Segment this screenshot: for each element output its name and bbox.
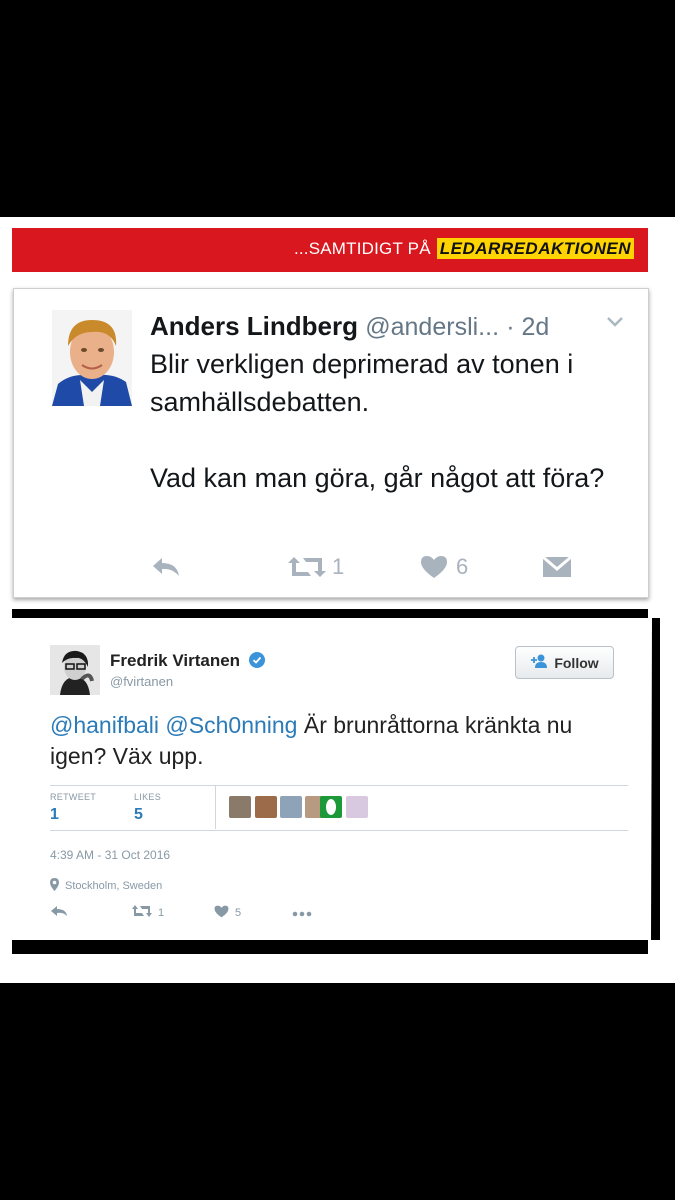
follow-person-icon: [530, 654, 548, 671]
like-count: 5: [235, 907, 242, 919]
like-button[interactable]: 5: [214, 905, 241, 921]
more-icon: [292, 908, 312, 920]
verified-icon: [248, 652, 265, 673]
card-shadow-edge: [648, 618, 660, 940]
liker-avatar[interactable]: [320, 796, 342, 818]
stats-bottom-divider: [50, 830, 628, 831]
tweet-card-fredrik[interactable]: Fredrik Virtanen @fvirtanen Follow @hani…: [12, 618, 660, 940]
author-handle[interactable]: @andersli...: [365, 313, 499, 341]
author-handle[interactable]: @fvirtanen: [110, 674, 173, 689]
retweet-button[interactable]: 1: [288, 552, 344, 582]
chevron-down-icon[interactable]: [606, 315, 624, 329]
reply-icon: [50, 905, 68, 920]
liker-avatar[interactable]: [255, 796, 277, 818]
liker-avatar[interactable]: [280, 796, 302, 818]
tweet-time[interactable]: · 2d: [506, 313, 549, 341]
mention-link[interactable]: @Sch0nning: [165, 712, 297, 738]
location-pin-icon: [50, 878, 59, 894]
liker-avatar[interactable]: [346, 796, 368, 818]
avatar[interactable]: [52, 310, 132, 406]
retweet-button[interactable]: 1: [132, 905, 164, 920]
ledarredaktionen-banner: ...SAMTIDIGT PÅ LEDARREDAKTIONEN: [12, 228, 648, 272]
like-count: 6: [456, 554, 469, 579]
bottom-edge: [12, 940, 648, 954]
retweet-icon: [288, 555, 326, 579]
dm-icon: [542, 555, 572, 579]
reply-button[interactable]: [150, 552, 182, 582]
heart-icon: [420, 555, 448, 579]
heart-icon: [214, 905, 229, 921]
stats-separator: [215, 786, 216, 829]
follow-label: Follow: [554, 654, 599, 671]
banner-brand: LEDARREDAKTIONEN: [436, 238, 634, 259]
tweet-actions: 1 6: [150, 552, 572, 582]
banner-prefix: ...SAMTIDIGT PÅ: [293, 239, 431, 258]
tweet-actions: 1 5: [50, 905, 320, 925]
stats-top-divider: [50, 785, 628, 786]
likes-label: LIKES: [134, 792, 162, 802]
author-name[interactable]: Anders Lindberg: [150, 311, 358, 341]
divider-bar: [12, 609, 648, 618]
likes-count[interactable]: 5: [134, 806, 143, 824]
tweet-paragraph-2: Vad kan man göra, går något att föra?: [150, 463, 605, 493]
avatar[interactable]: [50, 645, 100, 695]
tweet-text: Blir verkligen deprimerad av tonen i sam…: [150, 345, 620, 497]
tweet-header: Anders Lindberg @andersli... · 2d: [150, 311, 640, 347]
reply-icon: [150, 555, 182, 579]
like-button[interactable]: 6: [420, 552, 468, 582]
tweet-paragraph-1: Blir verkligen deprimerad av tonen i sam…: [150, 349, 574, 417]
retweet-icon: [132, 905, 152, 920]
reply-button[interactable]: [50, 905, 68, 920]
more-button[interactable]: [292, 908, 312, 920]
mention-link[interactable]: @hanifbali: [50, 712, 159, 738]
liker-avatar[interactable]: [229, 796, 251, 818]
follow-button[interactable]: Follow: [515, 646, 614, 679]
tweet-location[interactable]: Stockholm, Sweden: [50, 878, 162, 894]
tweet-card-anders[interactable]: Anders Lindberg @andersli... · 2d Blir v…: [13, 288, 649, 598]
dm-button[interactable]: [542, 552, 572, 582]
retweet-label: RETWEET: [50, 792, 97, 802]
retweet-count[interactable]: 1: [50, 806, 59, 824]
retweet-count: 1: [158, 906, 165, 919]
author-name[interactable]: Fredrik Virtanen: [110, 651, 265, 673]
retweet-count: 1: [332, 554, 345, 579]
tweet-timestamp[interactable]: 4:39 AM - 31 Oct 2016: [50, 848, 170, 862]
tweet-text: @hanifbali @Sch0nning Är brunråttorna kr…: [50, 710, 610, 772]
